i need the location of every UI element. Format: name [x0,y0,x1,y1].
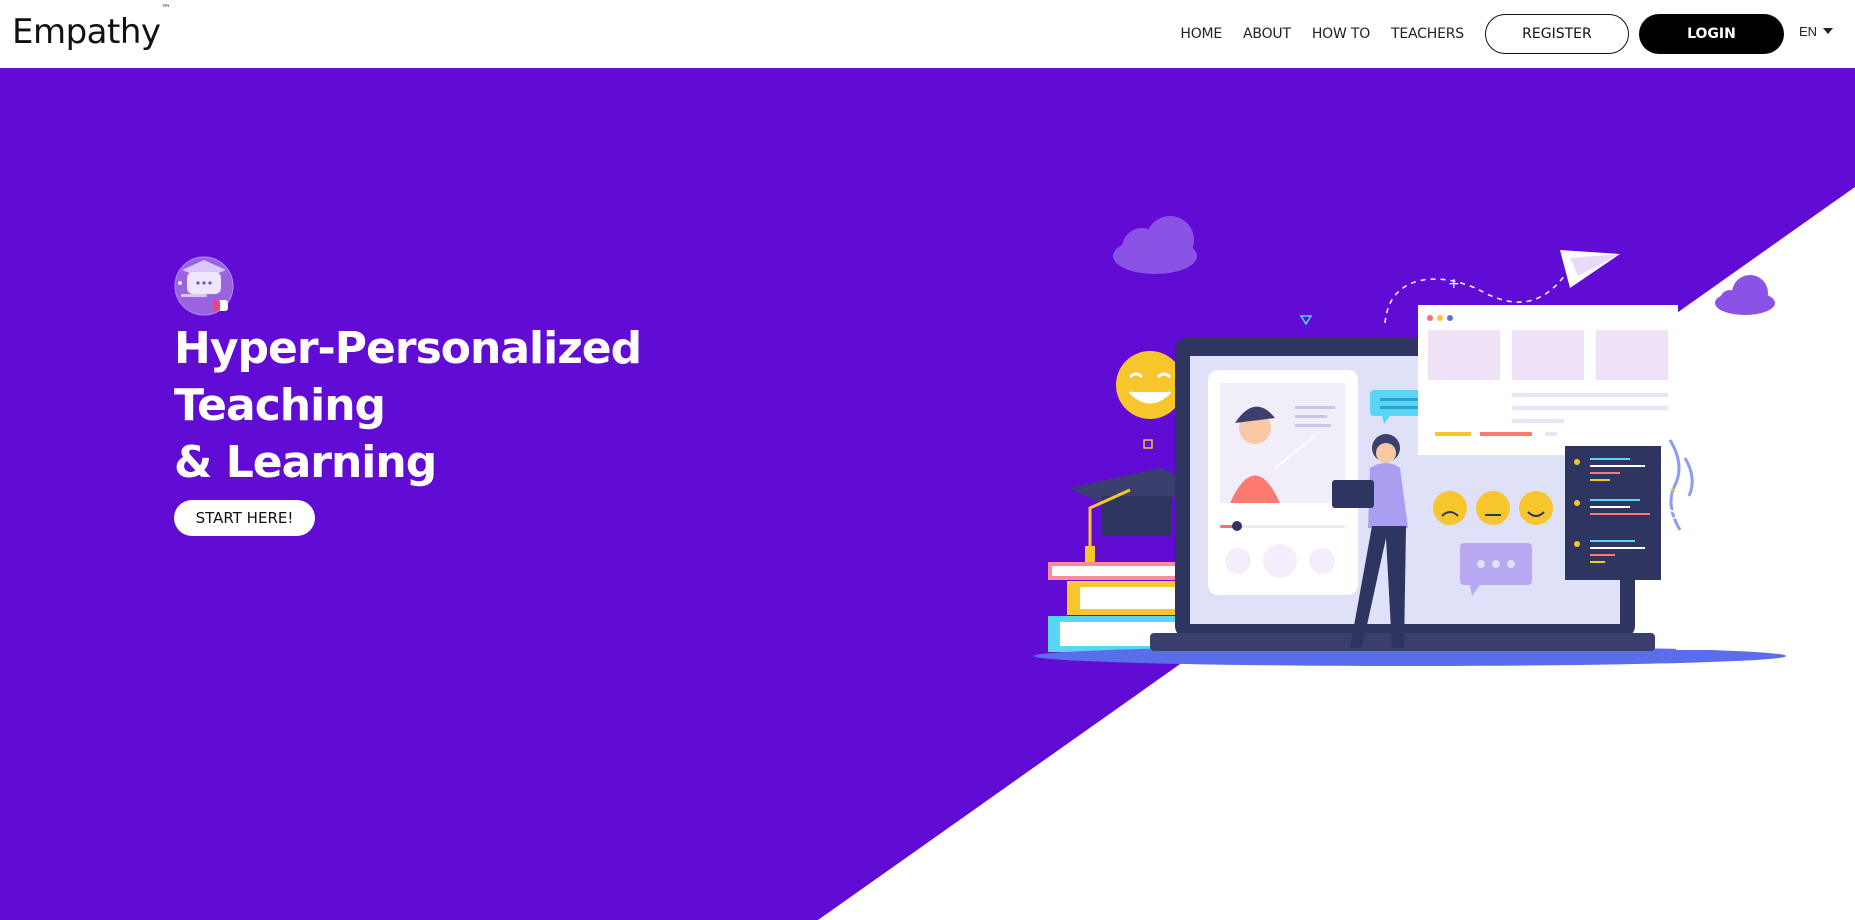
register-button[interactable]: REGISTER [1484,14,1629,54]
triangle-deco-icon [1299,315,1313,326]
hero-title-line-2: & Learning [174,437,437,488]
hero-content: Hyper-Personalized Teaching & Learning S… [174,256,794,536]
language-selector[interactable]: EN [1799,24,1833,39]
code-editor-panel [1565,446,1661,580]
top-navbar: Empathy™ HOME ABOUT HOW TO TEACHERS REGI… [0,0,1855,68]
square-deco-icon [1143,439,1153,449]
browser-window-panel [1418,305,1678,455]
happy-face-icon [1519,491,1553,525]
start-here-button[interactable]: START HERE! [174,500,315,536]
brand-logo[interactable]: Empathy™ [12,4,171,52]
neutral-face-icon [1476,491,1510,525]
sparkle-icon: + [1448,276,1460,292]
main-nav: HOME ABOUT HOW TO TEACHERS REGISTER LOGI… [1180,0,1855,68]
brand-name: Empathy [12,12,161,52]
coffee-mug-icon [1668,439,1769,650]
trademark-mark: ™ [161,3,171,14]
nav-home[interactable]: HOME [1180,26,1222,42]
online-learning-illustration: + * [1034,216,1786,666]
hero-title: Hyper-Personalized Teaching & Learning [174,320,794,491]
graduation-chat-badge-icon [174,256,234,316]
sad-face-icon [1433,491,1467,525]
language-label: EN [1798,23,1817,39]
login-button[interactable]: LOGIN [1638,14,1784,54]
smiley-face-icon [1116,351,1184,419]
sparkle-icon: * [1670,485,1676,499]
nav-teachers[interactable]: TEACHERS [1391,26,1464,42]
paper-plane-icon [1560,250,1620,288]
chevron-down-icon [1823,28,1833,34]
nav-about[interactable]: ABOUT [1243,26,1291,42]
cloud-icon [1715,275,1775,315]
hero-section: Hyper-Personalized Teaching & Learning S… [0,68,1855,920]
nav-how-to[interactable]: HOW TO [1312,26,1370,42]
hero-title-line-1: Hyper-Personalized Teaching [174,323,642,431]
cloud-icon [1113,216,1197,274]
